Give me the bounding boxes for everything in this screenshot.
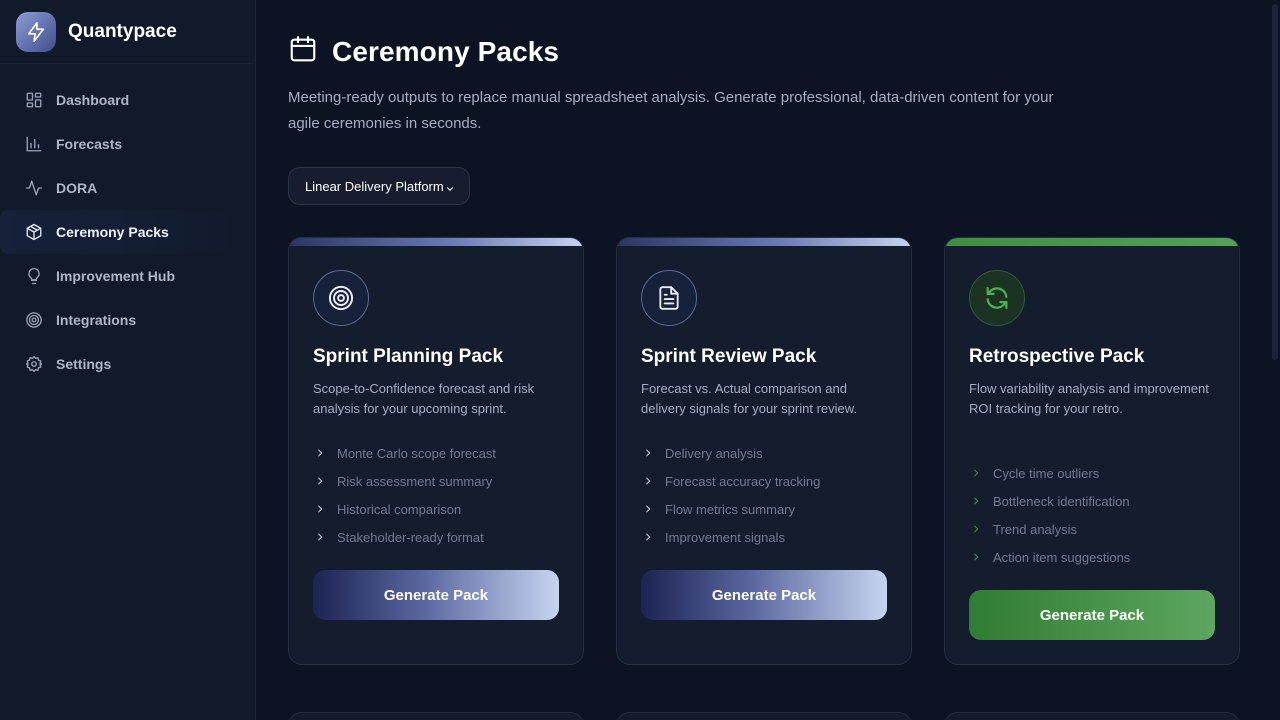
list-item: Cycle time outliers [969,459,1229,487]
feature-list: Cycle time outliers Bottleneck identific… [969,459,1229,571]
feature-label: Improvement signals [665,529,785,545]
calendar-icon [288,34,318,69]
chevron-right-icon [313,474,327,488]
target-icon [313,270,369,326]
sidebar-item-settings[interactable]: Settings [0,342,243,386]
bar-chart-icon [24,134,44,154]
chevron-right-icon [641,530,655,544]
dashboard-grid-icon [24,90,44,110]
generate-pack-button[interactable]: Generate Pack [641,570,887,620]
sidebar-item-forecasts[interactable]: Forecasts [0,122,243,166]
generate-pack-button[interactable]: Generate Pack [969,590,1215,640]
next-card-placeholder [288,712,584,720]
chevron-right-icon [313,530,327,544]
lightbulb-icon [24,266,44,286]
list-item: Trend analysis [969,515,1229,543]
sidebar-item-label: DORA [56,180,98,196]
chevron-right-icon [641,502,655,516]
list-item: Flow metrics summary [641,495,901,523]
chevron-right-icon [969,494,983,508]
feature-list: Monte Carlo scope forecast Risk assessme… [313,439,573,551]
page-description: Meeting-ready outputs to replace manual … [288,89,1054,132]
feature-label: Forecast accuracy tracking [665,473,821,489]
sidebar-item-dora[interactable]: DORA [0,166,243,210]
app-root: Quantypace Dashboard Forecasts DORA Cere… [0,0,1280,720]
sidebar-item-label: Settings [56,356,112,372]
page-scrollbar[interactable] [1270,0,1280,720]
sidebar-item-label: Forecasts [56,136,123,152]
chevron-right-icon [313,502,327,516]
brand[interactable]: Quantypace [0,0,255,64]
next-card-placeholder [616,712,912,720]
card-title: Sprint Planning Pack [313,346,504,367]
chevron-right-icon [313,446,327,460]
sidebar-item-label: Dashboard [56,92,130,108]
feature-label: Trend analysis [993,521,1078,537]
sidebar-nav: Dashboard Forecasts DORA Ceremony Packs … [0,64,255,386]
target-icon [24,310,44,330]
gear-icon [24,354,44,374]
card-accent-bar [617,238,911,246]
page-header: Ceremony Packs [288,34,559,69]
feature-label: Delivery analysis [665,445,763,461]
lightning-bolt-icon [16,11,56,52]
activity-pulse-icon [24,178,44,198]
card-description: Flow variability analysis and improvemen… [969,381,1209,416]
chevron-right-icon [641,474,655,488]
list-item: Risk assessment summary [313,467,573,495]
sidebar-item-label: Ceremony Packs [56,224,169,240]
scrollbar-thumb[interactable] [1272,4,1278,360]
list-item: Stakeholder-ready format [313,523,573,551]
sidebar-item-integrations[interactable]: Integrations [0,298,243,342]
list-item: Bottleneck identification [969,487,1229,515]
sidebar-item-label: Integrations [56,312,137,328]
list-item: Improvement signals [641,523,901,551]
card-title: Sprint Review Pack [641,346,817,367]
feature-list: Delivery analysis Forecast accuracy trac… [641,439,901,551]
generate-pack-button[interactable]: Generate Pack [313,570,559,620]
main-content: Ceremony Packs Meeting-ready outputs to … [256,0,1270,720]
retrospective-pack-card: Retrospective Pack Flow variability anal… [944,237,1240,665]
list-item: Forecast accuracy tracking [641,467,901,495]
chevron-right-icon [641,446,655,460]
platform-select-value: Linear Delivery Platform [305,178,444,194]
sprint-planning-pack-card: Sprint Planning Pack Scope-to-Confidence… [288,237,584,665]
list-item: Monte Carlo scope forecast [313,439,573,467]
refresh-icon [969,270,1025,326]
sidebar-item-label: Improvement Hub [56,268,176,284]
sidebar-item-ceremony-packs[interactable]: Ceremony Packs [0,210,243,254]
page-title: Ceremony Packs [332,35,560,67]
chevron-right-icon [969,466,983,480]
list-item: Delivery analysis [641,439,901,467]
chevron-down-icon [445,181,455,199]
feature-label: Cycle time outliers [993,465,1100,481]
feature-label: Flow metrics summary [665,501,796,517]
sprint-review-pack-card: Sprint Review Pack Forecast vs. Actual c… [616,237,912,665]
sidebar-item-improvement-hub[interactable]: Improvement Hub [0,254,243,298]
feature-label: Risk assessment summary [337,473,493,489]
next-card-placeholder [944,712,1240,720]
card-description: Forecast vs. Actual comparison and deliv… [641,381,858,416]
card-accent-bar [289,238,583,246]
card-description: Scope-to-Confidence forecast and risk an… [313,381,535,416]
feature-label: Monte Carlo scope forecast [337,445,496,461]
chevron-right-icon [969,522,983,536]
list-item: Action item suggestions [969,543,1229,571]
feature-label: Stakeholder-ready format [337,529,484,545]
platform-select[interactable]: Linear Delivery Platform [288,167,470,205]
package-box-icon [24,222,44,242]
feature-label: Action item suggestions [993,549,1131,565]
document-icon [641,270,697,326]
feature-label: Bottleneck identification [993,493,1130,509]
sidebar-item-dashboard[interactable]: Dashboard [0,78,243,122]
list-item: Historical comparison [313,495,573,523]
card-title: Retrospective Pack [969,346,1145,367]
feature-label: Historical comparison [337,501,462,517]
chevron-right-icon [969,550,983,564]
sidebar: Quantypace Dashboard Forecasts DORA Cere… [0,0,256,720]
card-accent-bar [945,238,1239,246]
app-name: Quantypace [68,20,177,42]
